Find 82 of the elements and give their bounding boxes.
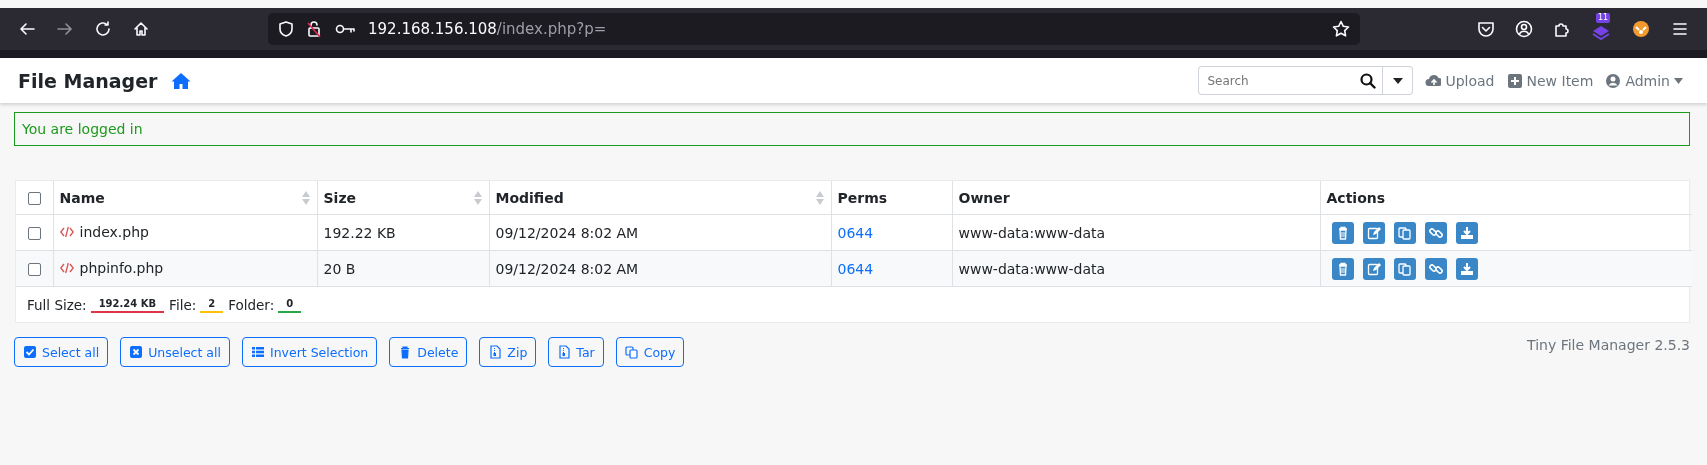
owner: www-data:www-data [958,260,1106,277]
download-button[interactable] [1455,221,1478,244]
column-header[interactable]: Name [59,189,105,206]
x-square-icon [129,345,144,359]
summary-label: File: [169,296,197,313]
user-icon [1605,72,1622,89]
toolbar-button[interactable]: Invert Selection [241,337,378,367]
permissions-link[interactable]: 0644 [837,224,874,241]
modified-date: 09/12/2024 8:02 AM [495,224,639,241]
column-header[interactable]: Size [323,189,357,206]
download-icon [1458,260,1475,277]
link-button[interactable] [1424,221,1447,244]
code-icon [59,226,74,238]
edit-icon [1365,260,1382,277]
url-text: 192.168.156.108/index.php?p= [368,20,608,38]
lock-icon [306,20,322,38]
file-icon [488,345,503,359]
dropdown-button[interactable] [1383,66,1414,95]
menu-icon[interactable] [1671,20,1689,38]
alert-message: You are logged in [22,121,143,137]
pocket-icon[interactable] [1477,20,1495,38]
admin-menu[interactable]: Admin [1605,72,1683,89]
delete-button[interactable] [1331,221,1354,244]
download-button[interactable] [1455,257,1478,280]
check-square-icon [23,345,37,359]
copy-button[interactable] [1393,221,1416,244]
edit-icon [1365,224,1382,241]
star-icon[interactable] [1332,20,1350,38]
column-header: Owner [958,189,1010,206]
toolbar-button[interactable]: Delete [389,337,468,367]
link-button[interactable] [1424,257,1447,280]
toolbar-button[interactable]: Copy [615,337,685,367]
caret-icon [1392,77,1403,84]
upload-link[interactable]: Upload [1425,72,1495,89]
delete-button[interactable] [1331,257,1354,280]
file-size: 192.22 KB [323,224,396,241]
account-icon[interactable] [1515,20,1533,38]
code-icon [59,262,74,274]
caret-icon [1674,77,1683,84]
checkbox[interactable] [27,227,41,240]
puzzle-icon[interactable] [1553,20,1571,38]
copy-icon [1396,260,1413,277]
copy-button[interactable] [1393,257,1416,280]
download-icon [1458,224,1475,241]
toolbar-button[interactable]: Unselect all [120,337,230,367]
summary-label: Folder: [228,296,275,313]
edit-button[interactable] [1362,221,1385,244]
column-header[interactable]: Modified [495,189,564,206]
summary-value: 0 [278,296,302,313]
summary-label: Full Size: [27,296,87,313]
checkbox[interactable] [27,263,41,276]
file-size: 20 B [323,260,356,277]
back-icon[interactable] [18,20,36,38]
home-icon[interactable] [132,20,150,38]
column-header: Perms [837,189,888,206]
file-name[interactable]: phpinfo.php [79,260,164,276]
toolbar-button[interactable]: Zip [479,337,537,367]
file-icon [557,345,572,359]
copy-icon [1396,224,1413,241]
owner: www-data:www-data [958,224,1106,241]
version-text: Tiny File Manager 2.5.3 [1527,336,1690,353]
shield-icon [278,20,294,38]
summary-value: 2 [200,296,224,313]
summary-value: 192.24 KB [90,296,165,313]
column-header: Actions [1326,189,1386,206]
forward-icon [56,20,74,38]
file-name[interactable]: index.php [79,224,149,240]
new-item-link[interactable]: New Item [1506,72,1594,89]
toolbar-button[interactable]: Select all [14,337,109,367]
permissions-link[interactable]: 0644 [837,260,874,277]
app-title[interactable]: File Manager [18,69,158,92]
reload-icon[interactable] [94,20,112,38]
modified-date: 09/12/2024 8:02 AM [495,260,639,277]
cloud-upload-icon [1425,72,1442,89]
plus-square-icon [1506,72,1523,89]
checkbox[interactable] [27,192,41,205]
toolbar-button[interactable]: Tar [548,337,604,367]
address-bar[interactable]: 192.168.156.108/index.php?p= [268,13,1360,45]
badge: 11 [1596,13,1611,23]
copy-icon [624,345,639,359]
edit-button[interactable] [1362,257,1385,280]
list-icon [250,345,265,359]
